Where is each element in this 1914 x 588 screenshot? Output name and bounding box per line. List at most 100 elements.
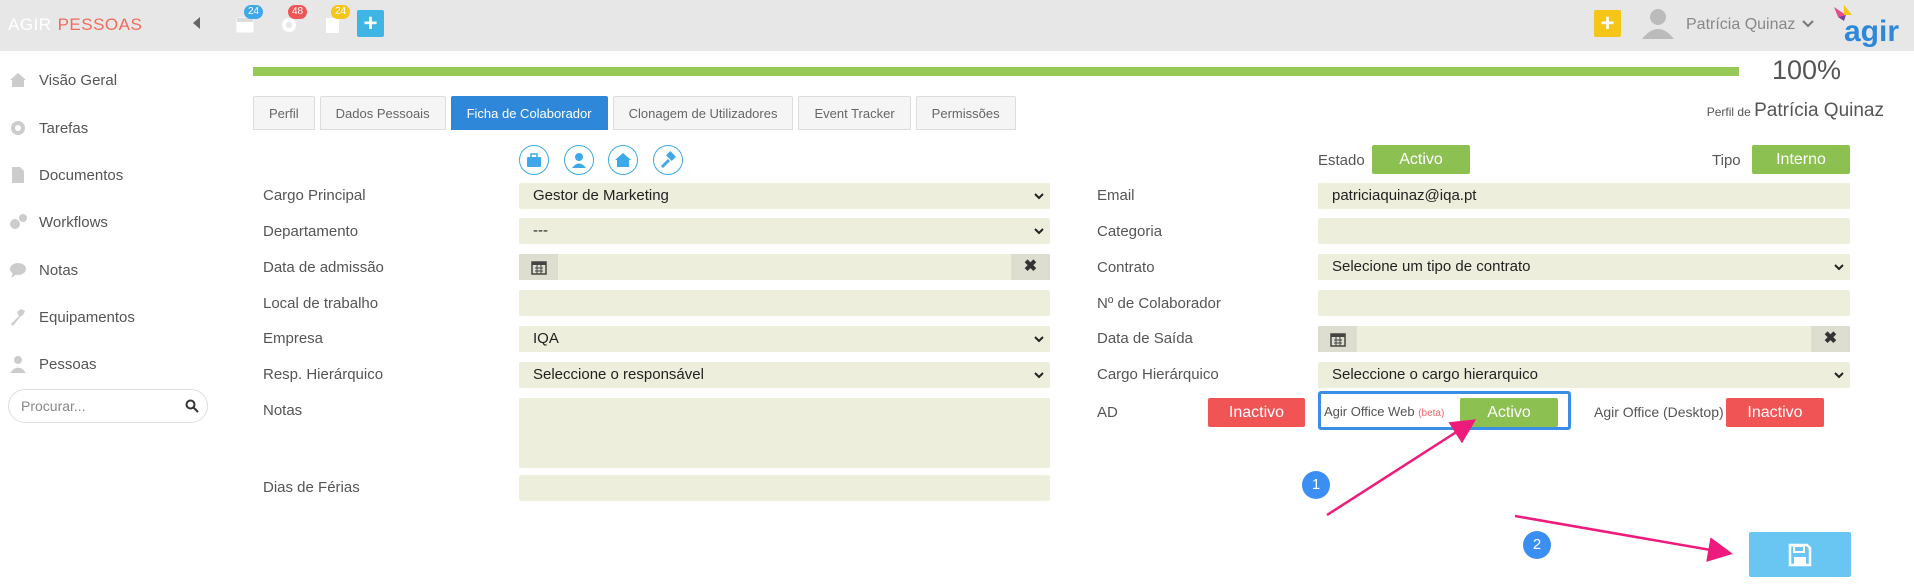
ad-toggle[interactable]: Inactivo (1208, 398, 1305, 427)
resp-hierarquico-label: Resp. Hierárquico (263, 366, 384, 383)
categoria-label: Categoria (1097, 223, 1163, 240)
contrato-select[interactable]: Selecione um tipo de contrato (1318, 254, 1850, 280)
sidebar: Visão Geral Tarefas Documentos Workflows… (0, 51, 215, 588)
sidebar-item-label: Notas (39, 261, 79, 279)
agir-logo: agir (1834, 5, 1899, 47)
profile-name: Patrícia Quinaz (1754, 100, 1884, 121)
job-section-button[interactable] (519, 145, 549, 175)
save-button[interactable] (1749, 532, 1851, 577)
calendar-notifications[interactable]: 24 (234, 5, 264, 35)
add-button[interactable]: + (357, 10, 384, 37)
estado-toggle[interactable]: Activo (1372, 145, 1470, 174)
sidebar-item-notas[interactable]: Notas (8, 255, 78, 285)
sidebar-item-equipamentos[interactable]: Equipamentos (8, 302, 135, 332)
email-label: Email (1097, 187, 1135, 204)
settings-notifications[interactable]: 48 (278, 5, 308, 35)
calendar-icon[interactable] (519, 254, 558, 280)
user-avatar-icon[interactable] (1640, 7, 1676, 39)
chevron-down-icon (1034, 372, 1044, 379)
profile-owner: Perfil de Patrícia Quinaz (1707, 100, 1884, 122)
resp-hierarquico-select[interactable]: Seleccione o responsável (519, 362, 1050, 388)
ad-label: AD (1097, 404, 1118, 421)
web-label-text: Agir Office Web (1324, 404, 1415, 419)
tab-permissoes[interactable]: Permissões (915, 96, 1016, 130)
agir-office-desktop-toggle[interactable]: Inactivo (1726, 398, 1824, 427)
tab-ficha-colaborador[interactable]: Ficha de Colaborador (450, 96, 608, 130)
brand-agir: AGIR (8, 15, 52, 34)
contrato-value: Selecione um tipo de contrato (1332, 258, 1531, 275)
cargo-principal-label: Cargo Principal (263, 187, 366, 204)
email-value: patriciaquinaz@iqa.pt (1332, 187, 1477, 204)
user-name: Patrícia Quinaz (1686, 16, 1796, 33)
chevron-down-icon (1034, 193, 1044, 200)
chevron-down-icon (1834, 264, 1844, 271)
tab-dados-pessoais[interactable]: Dados Pessoais (319, 96, 446, 130)
tab-event-tracker[interactable]: Event Tracker (798, 96, 911, 130)
local-trabalho-field[interactable] (519, 290, 1050, 316)
data-admissao-field[interactable]: ✖ (519, 254, 1050, 280)
sidebar-item-label: Workflows (39, 213, 108, 231)
chevron-down-icon (1834, 372, 1844, 379)
categoria-field[interactable] (1318, 218, 1850, 244)
sidebar-item-tarefas[interactable]: Tarefas (8, 113, 88, 143)
hammer-icon (660, 151, 676, 169)
beta-tag: (beta) (1418, 408, 1445, 419)
data-saida-label: Data de Saída (1097, 330, 1193, 347)
sidebar-item-label: Equipamentos (39, 308, 135, 326)
num-colaborador-field[interactable] (1318, 290, 1850, 316)
notas-label: Notas (263, 402, 303, 419)
clear-icon[interactable]: ✖ (1811, 326, 1850, 352)
home-icon (615, 153, 631, 167)
empresa-select[interactable]: IQA (519, 326, 1050, 352)
tab-perfil[interactable]: Perfil (253, 96, 315, 130)
search-input[interactable] (8, 389, 208, 423)
dias-ferias-label: Dias de Férias (263, 479, 360, 496)
sidebar-item-label: Tarefas (39, 119, 89, 137)
email-field[interactable]: patriciaquinaz@iqa.pt (1318, 183, 1850, 209)
briefcase-icon (527, 153, 541, 167)
home-section-button[interactable] (608, 145, 638, 175)
empresa-label: Empresa (263, 330, 324, 347)
dias-ferias-field[interactable] (519, 475, 1050, 501)
workflow-icon (10, 214, 27, 229)
num-colaborador-label: Nº de Colaborador (1097, 295, 1221, 312)
departamento-select[interactable]: --- (519, 218, 1050, 244)
profile-tabs: Perfil Dados Pessoais Ficha de Colaborad… (253, 96, 1021, 130)
local-trabalho-label: Local de trabalho (263, 295, 379, 312)
cargo-hierarquico-select[interactable]: Seleccione o cargo hierarquico (1318, 362, 1850, 388)
tipo-toggle[interactable]: Interno (1752, 145, 1850, 174)
agir-office-web-toggle[interactable]: Activo (1460, 398, 1558, 427)
tasks-notifications[interactable]: 24 (321, 5, 351, 35)
user-menu[interactable]: Patrícia Quinaz (1686, 16, 1814, 34)
calendar-icon[interactable] (1318, 326, 1357, 352)
sidebar-item-visao-geral[interactable]: Visão Geral (8, 65, 117, 95)
empresa-value: IQA (533, 330, 559, 347)
agir-office-web-label: Agir Office Web (beta) (1324, 404, 1444, 419)
plus-icon: + (1600, 10, 1615, 37)
tools-section-button[interactable] (653, 145, 683, 175)
collapse-sidebar-icon[interactable] (193, 17, 200, 29)
chevron-down-icon (1034, 228, 1044, 235)
cargo-principal-select[interactable]: Gestor de Marketing (519, 183, 1050, 209)
tab-clonagem-utilizadores[interactable]: Clonagem de Utilizadores (612, 96, 794, 130)
sidebar-item-pessoas[interactable]: Pessoas (8, 349, 97, 379)
quick-add-button[interactable]: + (1594, 10, 1621, 37)
data-saida-field[interactable]: ✖ (1318, 326, 1850, 352)
svg-text:agir: agir (1844, 15, 1899, 47)
search-icon[interactable] (185, 399, 199, 413)
app-brand[interactable]: AGIR PESSOAS (8, 15, 142, 35)
floppy-disk-icon (1788, 543, 1812, 566)
tasks-badge: 24 (331, 5, 351, 19)
contacts-section-button[interactable] (564, 145, 594, 175)
sidebar-item-workflows[interactable]: Workflows (8, 207, 108, 237)
profile-prefix: Perfil de (1706, 105, 1751, 119)
sidebar-item-documentos[interactable]: Documentos (8, 160, 123, 190)
user-card-icon (572, 153, 586, 168)
profile-progress-bar (253, 67, 1739, 76)
departamento-label: Departamento (263, 223, 359, 240)
document-icon (12, 167, 24, 183)
notas-textarea[interactable] (519, 398, 1050, 468)
gear-icon (11, 121, 25, 135)
clear-icon[interactable]: ✖ (1011, 254, 1050, 280)
annotation-marker-2: 2 (1523, 531, 1551, 559)
